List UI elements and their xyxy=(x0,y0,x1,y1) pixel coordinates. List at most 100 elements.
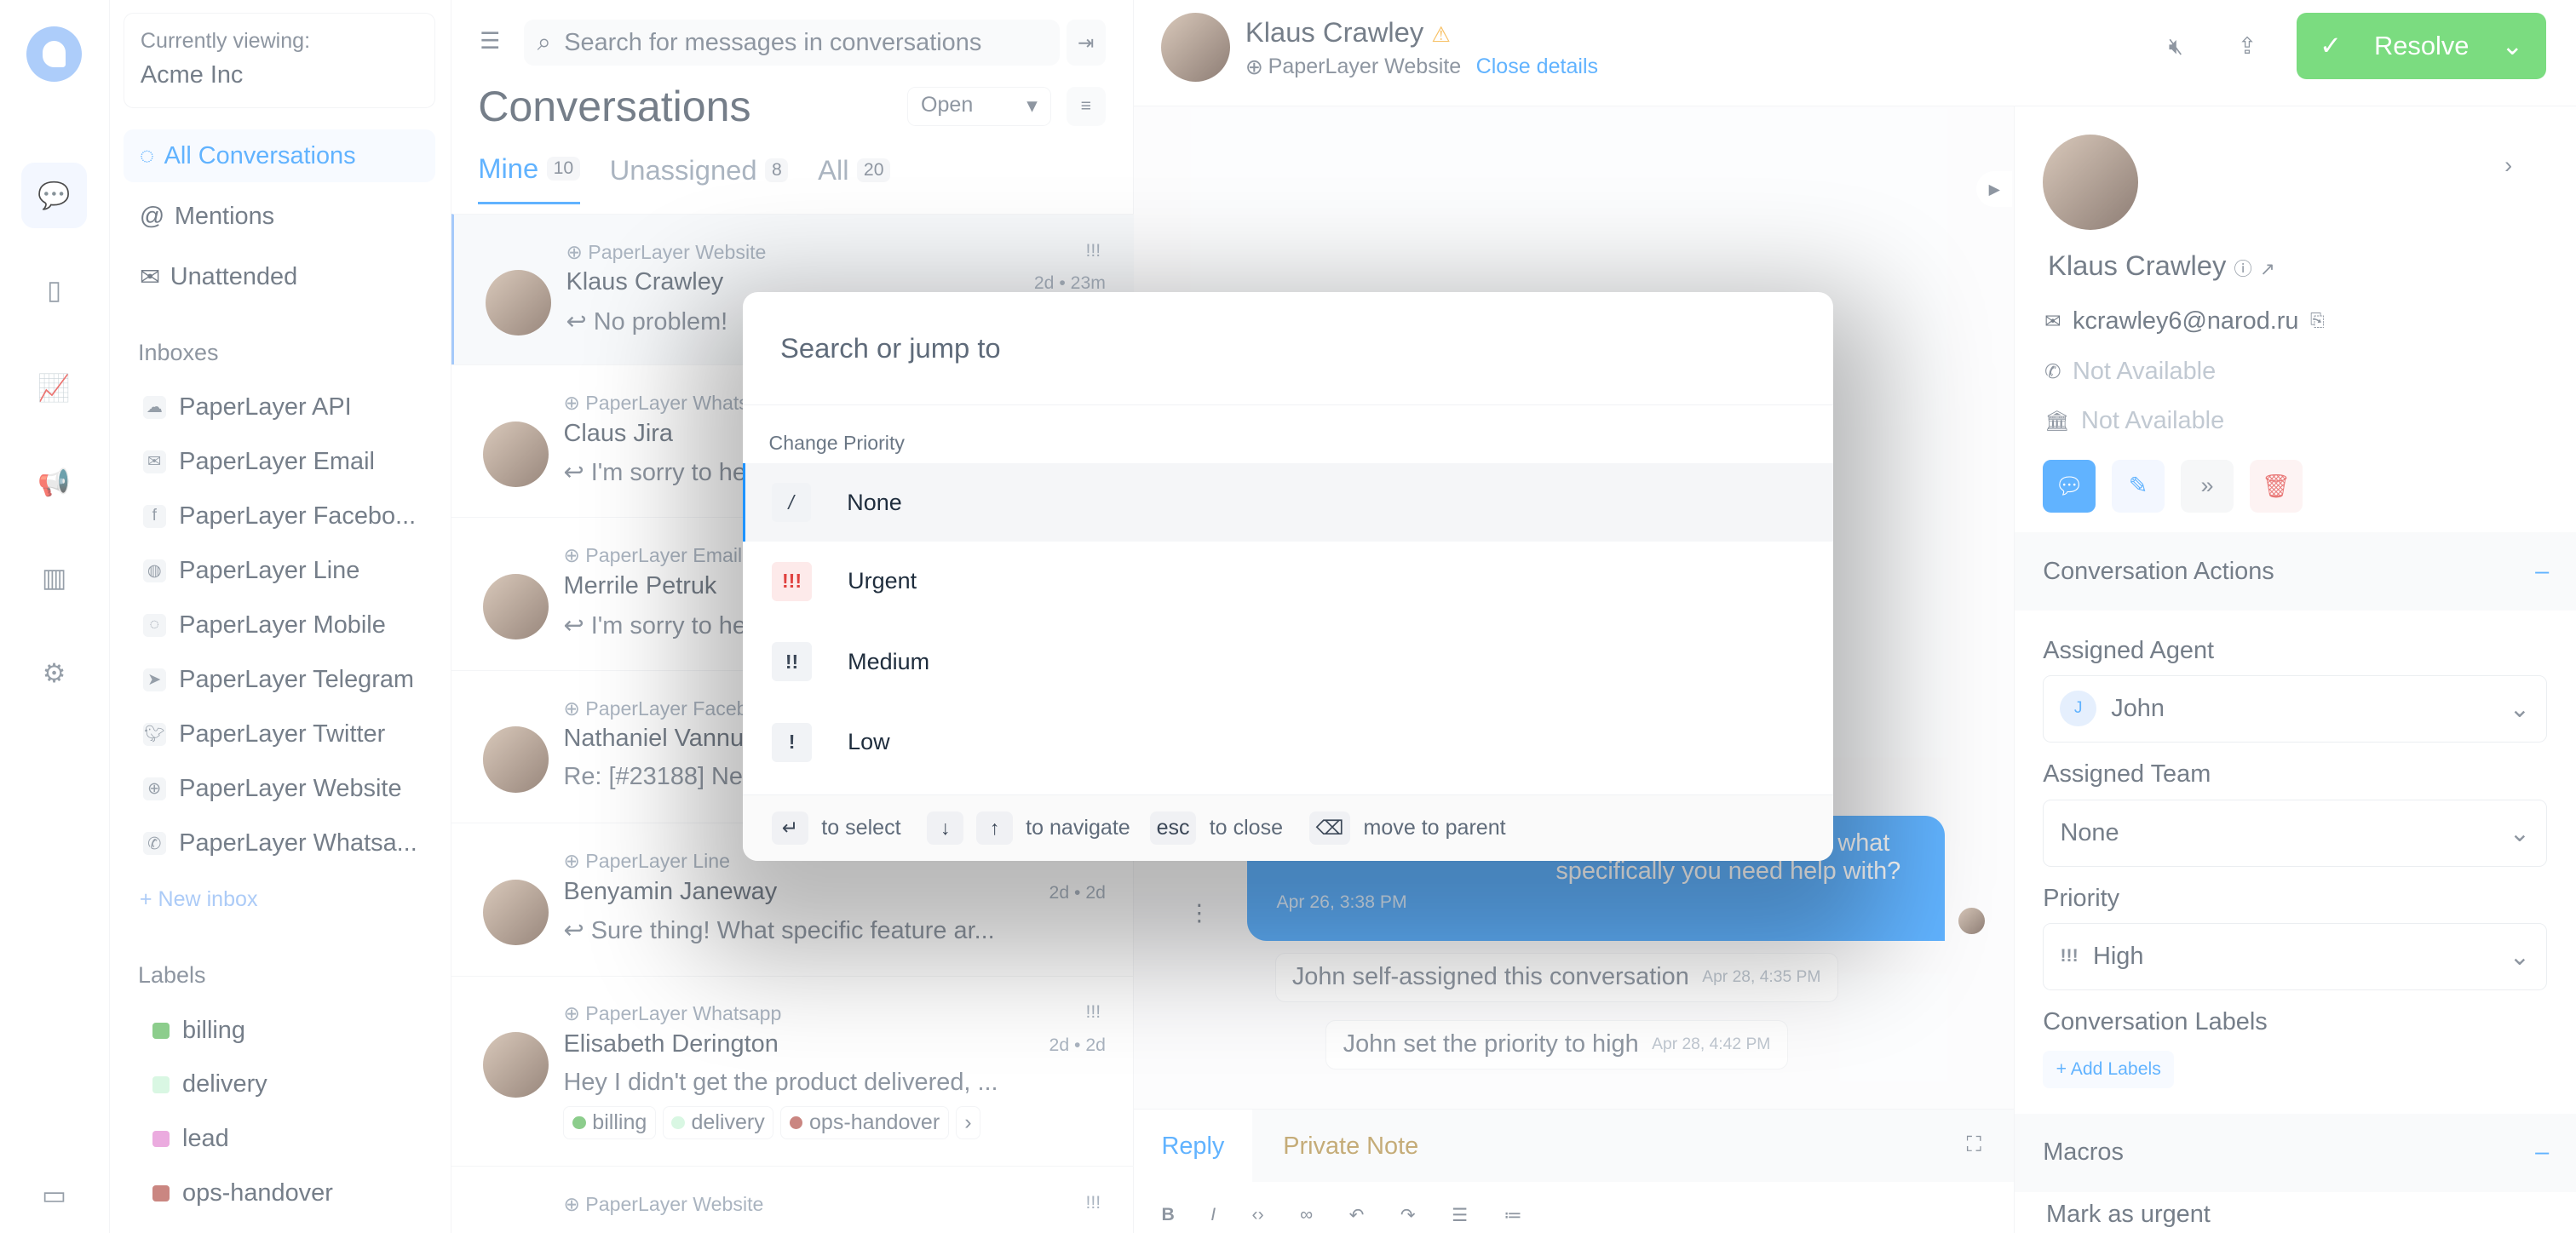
inbox-item[interactable]: ✉ PaperLayer Email xyxy=(142,440,375,483)
line-icon: ◍ xyxy=(142,559,166,582)
assigned-team-select[interactable]: None ⌄ xyxy=(2043,800,2548,868)
numbered-list-icon[interactable]: ≔ xyxy=(1504,1205,1521,1226)
resolve-button[interactable]: ✓ Resolve ⌄ xyxy=(2297,13,2547,79)
book-icon[interactable]: ▭ xyxy=(21,1166,87,1224)
copy-icon[interactable]: ⎘ xyxy=(2310,311,2325,331)
message-preview: ↩ Sure thing! What specific feature ar..… xyxy=(563,917,995,945)
nav-unattended[interactable]: ✉ Unattended xyxy=(124,251,435,304)
tab-reply[interactable]: Reply xyxy=(1133,1109,1252,1182)
collapse-icon[interactable]: – xyxy=(2535,558,2549,586)
chevron-down-icon[interactable]: ⌄ xyxy=(2501,31,2523,61)
chat-icon: ◌ xyxy=(142,613,166,637)
channel-name: PaperLayer Email xyxy=(585,544,743,567)
conversation-labels-label: Conversation Labels xyxy=(2043,1008,2268,1036)
more-labels-icon[interactable]: › xyxy=(955,1106,981,1139)
mute-icon[interactable]: 🔇︎ xyxy=(2169,33,2183,60)
search-placeholder: Search for messages in conversations xyxy=(564,28,982,56)
priority-select[interactable]: !!! High ⌄ xyxy=(2043,922,2548,990)
inbox-label: PaperLayer Line xyxy=(179,556,360,584)
chip-text: delivery xyxy=(691,1110,765,1135)
conversations-nav-icon[interactable]: 💬 xyxy=(21,162,88,229)
company-icon: 🏛︎ xyxy=(2044,410,2070,433)
option-none[interactable]: / None xyxy=(742,462,1834,542)
label-chip[interactable]: billing xyxy=(563,1106,656,1139)
italic-icon[interactable]: I xyxy=(1210,1205,1216,1226)
account-switcher[interactable]: Currently viewing: Acme Inc xyxy=(123,13,436,109)
tab-count: 10 xyxy=(546,157,580,181)
search-input[interactable]: ⌕ Search for messages in conversations xyxy=(524,20,1060,66)
option-medium[interactable]: !! Medium xyxy=(743,622,1834,702)
tab-all[interactable]: All 20 xyxy=(818,152,891,204)
settings-gear-icon[interactable]: ⚙ xyxy=(21,640,87,706)
tab-private-note[interactable]: Private Note xyxy=(1283,1133,1418,1161)
menu-icon[interactable]: ☰ xyxy=(480,28,500,54)
delete-contact-button[interactable]: 🗑︎ xyxy=(2250,459,2303,513)
edit-contact-button[interactable]: ✎ xyxy=(2112,459,2165,513)
reports-nav-icon[interactable]: 📈 xyxy=(21,355,87,421)
check-icon: ✓ xyxy=(2320,30,2342,60)
enter-key-icon: ↵ xyxy=(772,811,808,845)
merge-contact-button[interactable]: » xyxy=(2181,459,2234,513)
globe-icon: ⊕ xyxy=(142,777,166,800)
chevron-down-icon: ⌄ xyxy=(2509,820,2530,848)
timestamp: 2d • 23m xyxy=(1033,273,1106,294)
contacts-nav-icon[interactable]: ▯ xyxy=(21,258,87,324)
filter-icon[interactable]: ≡ xyxy=(1066,87,1106,127)
label-item[interactable]: ops-handover xyxy=(152,1179,333,1207)
option-low[interactable]: ! Low xyxy=(743,703,1834,782)
inbox-item[interactable]: ➤ PaperLayer Telegram xyxy=(142,658,414,701)
inbox-item[interactable]: ⊕ PaperLayer Website xyxy=(142,767,402,810)
avatar xyxy=(482,421,549,487)
option-urgent[interactable]: !!! Urgent xyxy=(743,542,1834,621)
inbox-item[interactable]: f PaperLayer Facebo... xyxy=(142,495,416,537)
campaigns-nav-icon[interactable]: 📢 xyxy=(21,450,87,515)
label-item[interactable]: lead xyxy=(152,1125,229,1153)
inbox-item[interactable]: 🐦︎ PaperLayer Twitter xyxy=(142,713,386,755)
inbox-item[interactable]: ✆ PaperLayer Whatsa... xyxy=(142,822,417,864)
label-item[interactable]: billing xyxy=(152,1017,245,1045)
agent-value: John xyxy=(2111,694,2165,722)
new-inbox-link[interactable]: + New inbox xyxy=(140,879,258,921)
add-labels-button[interactable]: + Add Labels xyxy=(2043,1051,2175,1088)
inbox-label: PaperLayer Twitter xyxy=(179,720,386,748)
bullet-list-icon[interactable]: ☰ xyxy=(1452,1205,1468,1226)
link-icon[interactable]: ∞ xyxy=(1300,1205,1313,1226)
conversation-item[interactable]: ⊕ PaperLayer Whatsapp Elisabeth Deringto… xyxy=(451,975,1134,1167)
new-message-button[interactable]: 💬︎ xyxy=(2043,459,2096,513)
conversation-item[interactable]: ⊕ PaperLayer Website !!! xyxy=(451,1166,1134,1233)
code-icon[interactable]: ‹› xyxy=(1252,1205,1264,1226)
inbox-item[interactable]: ◍ PaperLayer Line xyxy=(142,549,360,592)
macro-item[interactable]: Mark as urgent xyxy=(2046,1201,2211,1229)
share-icon[interactable]: ⇪ xyxy=(2238,33,2257,60)
label-chip[interactable]: delivery xyxy=(662,1106,774,1139)
more-options-icon[interactable]: ⋮ xyxy=(1187,900,1210,926)
tab-unassigned[interactable]: Unassigned 8 xyxy=(610,152,789,204)
label-chip[interactable]: ops-handover xyxy=(780,1106,949,1139)
external-link-icon[interactable]: ↗ xyxy=(2260,260,2275,279)
expand-icon[interactable]: ⛶ xyxy=(1966,1133,1981,1158)
inbox-item[interactable]: ◌ PaperLayer Mobile xyxy=(142,604,386,646)
toggle-sidebar-icon[interactable]: ▶ xyxy=(1976,170,2013,207)
inbox-item[interactable]: ☁ PaperLayer API xyxy=(142,386,352,428)
collapse-icon[interactable]: ⇥ xyxy=(1066,20,1106,66)
macros-header[interactable]: Macros – xyxy=(2015,1113,2576,1193)
library-nav-icon[interactable]: ▥ xyxy=(21,545,87,611)
palette-search-input[interactable]: Search or jump to xyxy=(742,292,1834,406)
nav-all-conversations[interactable]: ◌ All Conversations xyxy=(123,129,436,183)
close-details-link[interactable]: Close details xyxy=(1476,54,1599,80)
undo-icon[interactable]: ↶ xyxy=(1349,1205,1365,1226)
chevron-right-icon[interactable]: › xyxy=(2504,152,2512,179)
collapse-icon[interactable]: – xyxy=(2535,1138,2549,1167)
status-select[interactable]: Open ▾ xyxy=(906,87,1052,127)
bold-icon[interactable]: B xyxy=(1161,1205,1174,1226)
assigned-agent-select[interactable]: J John ⌄ xyxy=(2043,674,2548,743)
info-icon[interactable]: ⓘ xyxy=(2234,260,2252,279)
redo-icon[interactable]: ↷ xyxy=(1400,1205,1416,1226)
warning-icon: ⚠ xyxy=(1431,23,1451,48)
resolve-label: Resolve xyxy=(2373,30,2470,60)
conversation-actions-header[interactable]: Conversation Actions – xyxy=(2015,531,2576,611)
esc-key: esc xyxy=(1149,811,1197,845)
tab-mine[interactable]: Mine 10 xyxy=(478,152,580,204)
label-item[interactable]: delivery xyxy=(152,1070,267,1098)
nav-mentions[interactable]: @ Mentions xyxy=(124,191,435,244)
